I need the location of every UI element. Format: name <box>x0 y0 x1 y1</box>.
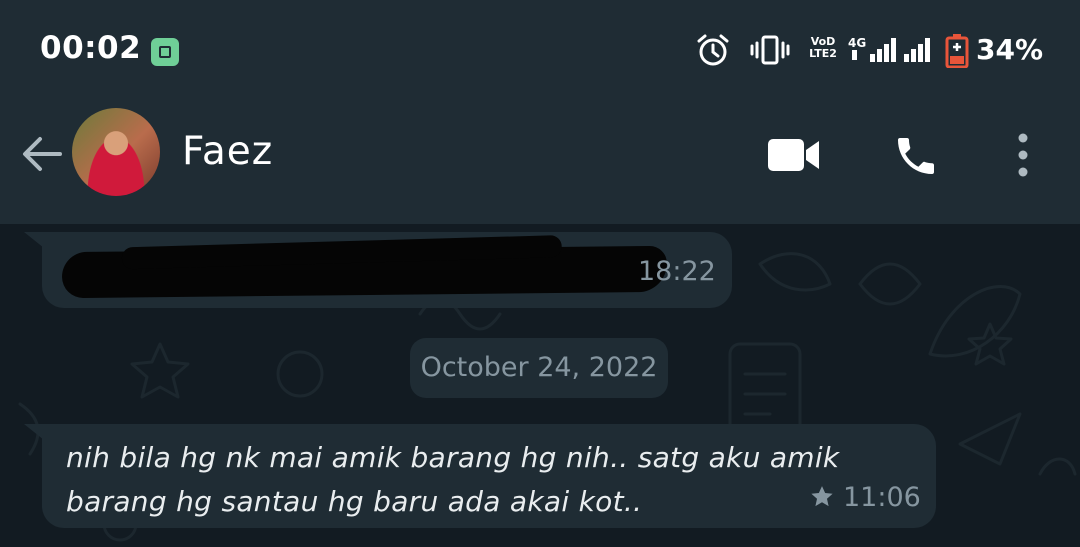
message-bubble-incoming[interactable]: 18:22 <box>42 232 732 308</box>
date-separator: October 24, 2022 <box>410 338 668 398</box>
video-call-icon[interactable] <box>767 136 821 174</box>
bubble-tail <box>24 424 44 440</box>
redacted-text <box>61 245 668 299</box>
volte-line2: LTE2 <box>809 47 837 60</box>
contact-name[interactable]: Faez <box>182 129 273 174</box>
message-bubble-incoming[interactable]: nih bila hg nk mai amik barang hg nih.. … <box>42 424 936 528</box>
back-arrow-icon[interactable] <box>20 134 64 174</box>
app-badge-icon <box>151 38 179 66</box>
volte-icon: VoD LTE2 <box>808 36 838 60</box>
more-options-icon[interactable] <box>1012 132 1034 178</box>
status-time: 00:02 <box>40 30 142 66</box>
avatar[interactable] <box>72 108 160 196</box>
battery-icon <box>945 34 969 68</box>
message-time: 11:06 <box>843 482 921 513</box>
alarm-icon <box>697 34 729 66</box>
signal-icon <box>852 38 930 62</box>
star-icon <box>811 486 833 507</box>
bubble-tail <box>24 232 44 248</box>
vibrate-icon <box>750 35 790 65</box>
voice-call-icon[interactable] <box>892 132 940 180</box>
chat-area[interactable]: 18:22 October 24, 2022 nih bila hg nk ma… <box>0 224 1080 547</box>
battery-percent: 34% <box>976 33 1044 66</box>
top-bar: 00:02 VoD LTE2 4G 34% Faez <box>0 0 1080 224</box>
message-text: nih bila hg nk mai amik barang hg nih.. … <box>66 441 840 518</box>
message-time: 18:22 <box>638 256 716 287</box>
